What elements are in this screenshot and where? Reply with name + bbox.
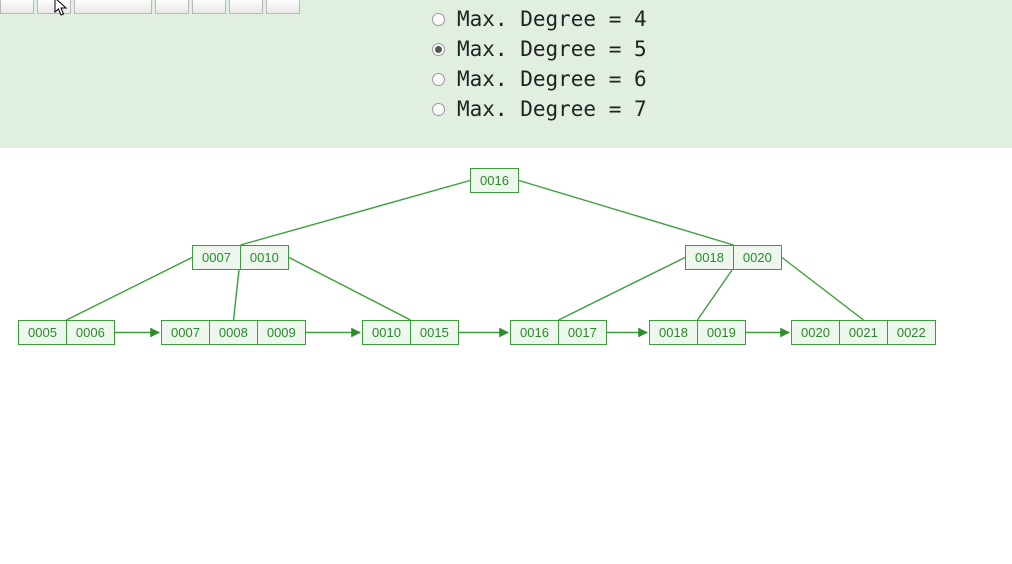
node-key: 0010 [240, 246, 288, 269]
node-key: 0017 [558, 321, 606, 344]
node-key: 0010 [363, 321, 410, 344]
internal-node[interactable]: 00180020 [685, 245, 782, 270]
radio-icon[interactable] [432, 103, 445, 116]
leaf-node[interactable]: 00100015 [362, 320, 459, 345]
leaf-node[interactable]: 00180019 [649, 320, 746, 345]
toolbar [0, 0, 300, 14]
radio-icon[interactable] [432, 13, 445, 26]
leaf-node[interactable]: 002000210022 [791, 320, 936, 345]
node-key: 0016 [511, 321, 558, 344]
node-key: 0019 [697, 321, 745, 344]
radio-label: Max. Degree = 5 [457, 34, 647, 64]
radio-label: Max. Degree = 4 [457, 4, 647, 34]
node-key: 0007 [193, 246, 240, 269]
control-panel: Max. Degree = 4Max. Degree = 5Max. Degre… [0, 0, 1012, 148]
node-key: 0015 [410, 321, 458, 344]
radio-label: Max. Degree = 7 [457, 94, 647, 124]
node-key: 0007 [162, 321, 209, 344]
toolbar-button[interactable] [155, 0, 189, 14]
leaf-node[interactable]: 00050006 [18, 320, 115, 345]
root-node[interactable]: 0016 [470, 168, 519, 193]
tree-canvas: 0016000700100018002000050006000700080009… [0, 148, 1012, 564]
node-key: 0022 [887, 321, 935, 344]
leaf-node[interactable]: 000700080009 [161, 320, 306, 345]
node-key: 0016 [471, 169, 518, 192]
toolbar-button[interactable] [266, 0, 300, 14]
toolbar-button[interactable] [229, 0, 263, 14]
node-key: 0009 [257, 321, 305, 344]
leaf-node[interactable]: 00160017 [510, 320, 607, 345]
node-key: 0020 [733, 246, 781, 269]
node-key: 0018 [650, 321, 697, 344]
node-key: 0005 [19, 321, 66, 344]
node-key: 0018 [686, 246, 733, 269]
radio-label: Max. Degree = 6 [457, 64, 647, 94]
tree-edges [0, 148, 1012, 564]
radio-icon[interactable] [432, 43, 445, 56]
node-key: 0021 [839, 321, 887, 344]
max-degree-option[interactable]: Max. Degree = 5 [432, 34, 647, 64]
max-degree-option[interactable]: Max. Degree = 7 [432, 94, 647, 124]
internal-node[interactable]: 00070010 [192, 245, 289, 270]
max-degree-option[interactable]: Max. Degree = 4 [432, 4, 647, 34]
max-degree-radio-group: Max. Degree = 4Max. Degree = 5Max. Degre… [432, 4, 647, 124]
toolbar-button[interactable] [0, 0, 34, 14]
toolbar-button[interactable] [192, 0, 226, 14]
toolbar-button[interactable] [74, 0, 152, 14]
node-key: 0006 [66, 321, 114, 344]
radio-icon[interactable] [432, 73, 445, 86]
node-key: 0020 [792, 321, 839, 344]
max-degree-option[interactable]: Max. Degree = 6 [432, 64, 647, 94]
toolbar-button[interactable] [37, 0, 71, 14]
node-key: 0008 [209, 321, 257, 344]
